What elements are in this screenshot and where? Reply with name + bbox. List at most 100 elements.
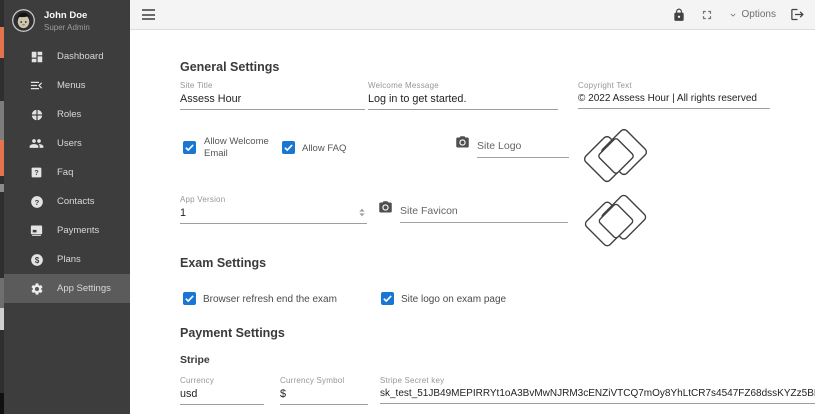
site-title-field: Site Title [180,81,365,110]
sidebar-item-app-settings[interactable]: App Settings [0,274,130,303]
options-label: Options [742,9,776,20]
dashboard-icon [29,49,44,64]
currency-field: Currency [180,376,264,405]
browser-refresh-checkbox[interactable] [183,292,196,305]
sidebar-item-roles[interactable]: Roles [0,100,130,129]
sidebar-item-label: Menus [57,80,86,91]
sidebar-item-dashboard[interactable]: Dashboard [0,42,130,71]
faq-icon: ? [29,165,44,180]
currency-label: Currency [180,376,264,385]
site-logo-placeholder[interactable]: Site Logo [477,140,569,158]
sidebar-item-label: Roles [57,109,81,120]
gear-icon [29,281,44,296]
sidebar-item-label: App Settings [57,283,111,294]
sidebar-item-payments[interactable]: Payments [0,216,130,245]
allow-faq-checkbox[interactable] [282,141,295,154]
sidebar-item-users[interactable]: Users [0,129,130,158]
site-logo-exam-label: Site logo on exam page [401,294,506,306]
allow-welcome-email-label: Allow Welcome Email [204,136,282,159]
app-version-field: App Version [180,195,367,224]
sidebar-item-label: Payments [57,225,99,236]
options-dropdown[interactable]: Options [728,9,776,20]
scroll-strip-segment [0,27,4,58]
scroll-strip-segment [0,184,4,192]
stripe-secret-key-label: Stripe Secret key [380,376,815,385]
sidebar-item-faq[interactable]: ? Faq [0,158,130,187]
plans-icon: $ [29,252,44,267]
sidebar-item-label: Dashboard [57,51,103,62]
topbar-actions: Options [672,0,805,29]
currency-symbol-field: Currency Symbol [280,376,368,405]
menus-icon [29,78,44,93]
app-version-input[interactable] [180,206,367,224]
stripe-heading: Stripe [180,354,210,366]
roles-icon [29,107,44,122]
user-name: John Doe [44,10,87,21]
sidebar-item-contacts[interactable]: ? Contacts [0,187,130,216]
app-settings-page: John Doe Super Admin Dashboard Menus [0,0,815,414]
scrollbar-strip[interactable] [0,0,4,414]
app-version-label: App Version [180,195,367,204]
site-favicon-preview [580,188,652,263]
sidebar-menu: Dashboard Menus Roles Users [0,42,130,303]
scroll-strip-segment [0,140,4,176]
exam-settings-heading: Exam Settings [180,256,266,270]
site-favicon-field: Site Favicon [378,200,568,223]
scroll-strip-segment [0,278,4,308]
welcome-message-field: Welcome Message [368,81,558,110]
allow-faq-label: Allow FAQ [302,143,346,155]
logout-icon[interactable] [790,7,805,22]
sidebar-item-label: Contacts [57,196,95,207]
chevron-down-icon [358,213,366,217]
site-title-label: Site Title [180,81,365,90]
avatar [12,9,35,32]
check-icon [283,142,294,153]
user-profile[interactable]: John Doe Super Admin [0,0,130,42]
check-icon [184,293,195,304]
payments-icon [29,223,44,238]
welcome-message-label: Welcome Message [368,81,558,90]
stripe-secret-key-input[interactable] [380,387,815,404]
number-stepper[interactable] [358,208,366,217]
currency-symbol-input[interactable] [280,387,368,405]
allow-welcome-email-checkbox[interactable] [183,141,196,154]
main-content: General Settings Site Title Welcome Mess… [130,30,815,414]
check-icon [382,293,393,304]
sidebar-item-plans[interactable]: $ Plans [0,245,130,274]
site-favicon-placeholder[interactable]: Site Favicon [400,205,568,223]
svg-text:?: ? [34,197,39,206]
sidebar-item-menus[interactable]: Menus [0,71,130,100]
users-icon [29,136,44,151]
copyright-text-label: Copyright Text [578,81,770,90]
sidebar-item-label: Plans [57,254,81,265]
camera-icon[interactable] [455,135,470,155]
currency-input[interactable] [180,387,264,405]
contacts-icon: ? [29,194,44,209]
general-settings-heading: General Settings [180,60,279,74]
copyright-text-field: Copyright Text [578,81,770,109]
camera-icon[interactable] [378,200,393,220]
browser-refresh-label: Browser refresh end the exam [203,294,337,306]
scroll-strip-segment [0,101,4,140]
currency-symbol-label: Currency Symbol [280,376,368,385]
check-icon [184,142,195,153]
svg-text:?: ? [34,170,38,177]
site-logo-field: Site Logo [455,135,569,158]
payment-settings-heading: Payment Settings [180,326,285,340]
stripe-secret-key-field: Stripe Secret key [380,376,815,404]
sidebar-item-label: Users [57,138,82,149]
chevron-up-icon [358,208,366,212]
user-role: Super Admin [44,23,90,32]
welcome-message-input[interactable] [368,92,558,110]
fullscreen-icon[interactable] [700,8,714,22]
site-logo-exam-checkbox[interactable] [381,292,394,305]
topbar: Options [130,0,815,30]
sidebar-item-label: Faq [57,167,73,178]
site-title-input[interactable] [180,92,365,110]
copyright-text-input[interactable] [578,92,770,109]
chevron-down-icon [728,10,738,20]
scroll-strip-segment [0,308,4,330]
menu-icon[interactable] [142,9,155,20]
lock-icon[interactable] [672,8,686,22]
sidebar: John Doe Super Admin Dashboard Menus [0,0,130,414]
